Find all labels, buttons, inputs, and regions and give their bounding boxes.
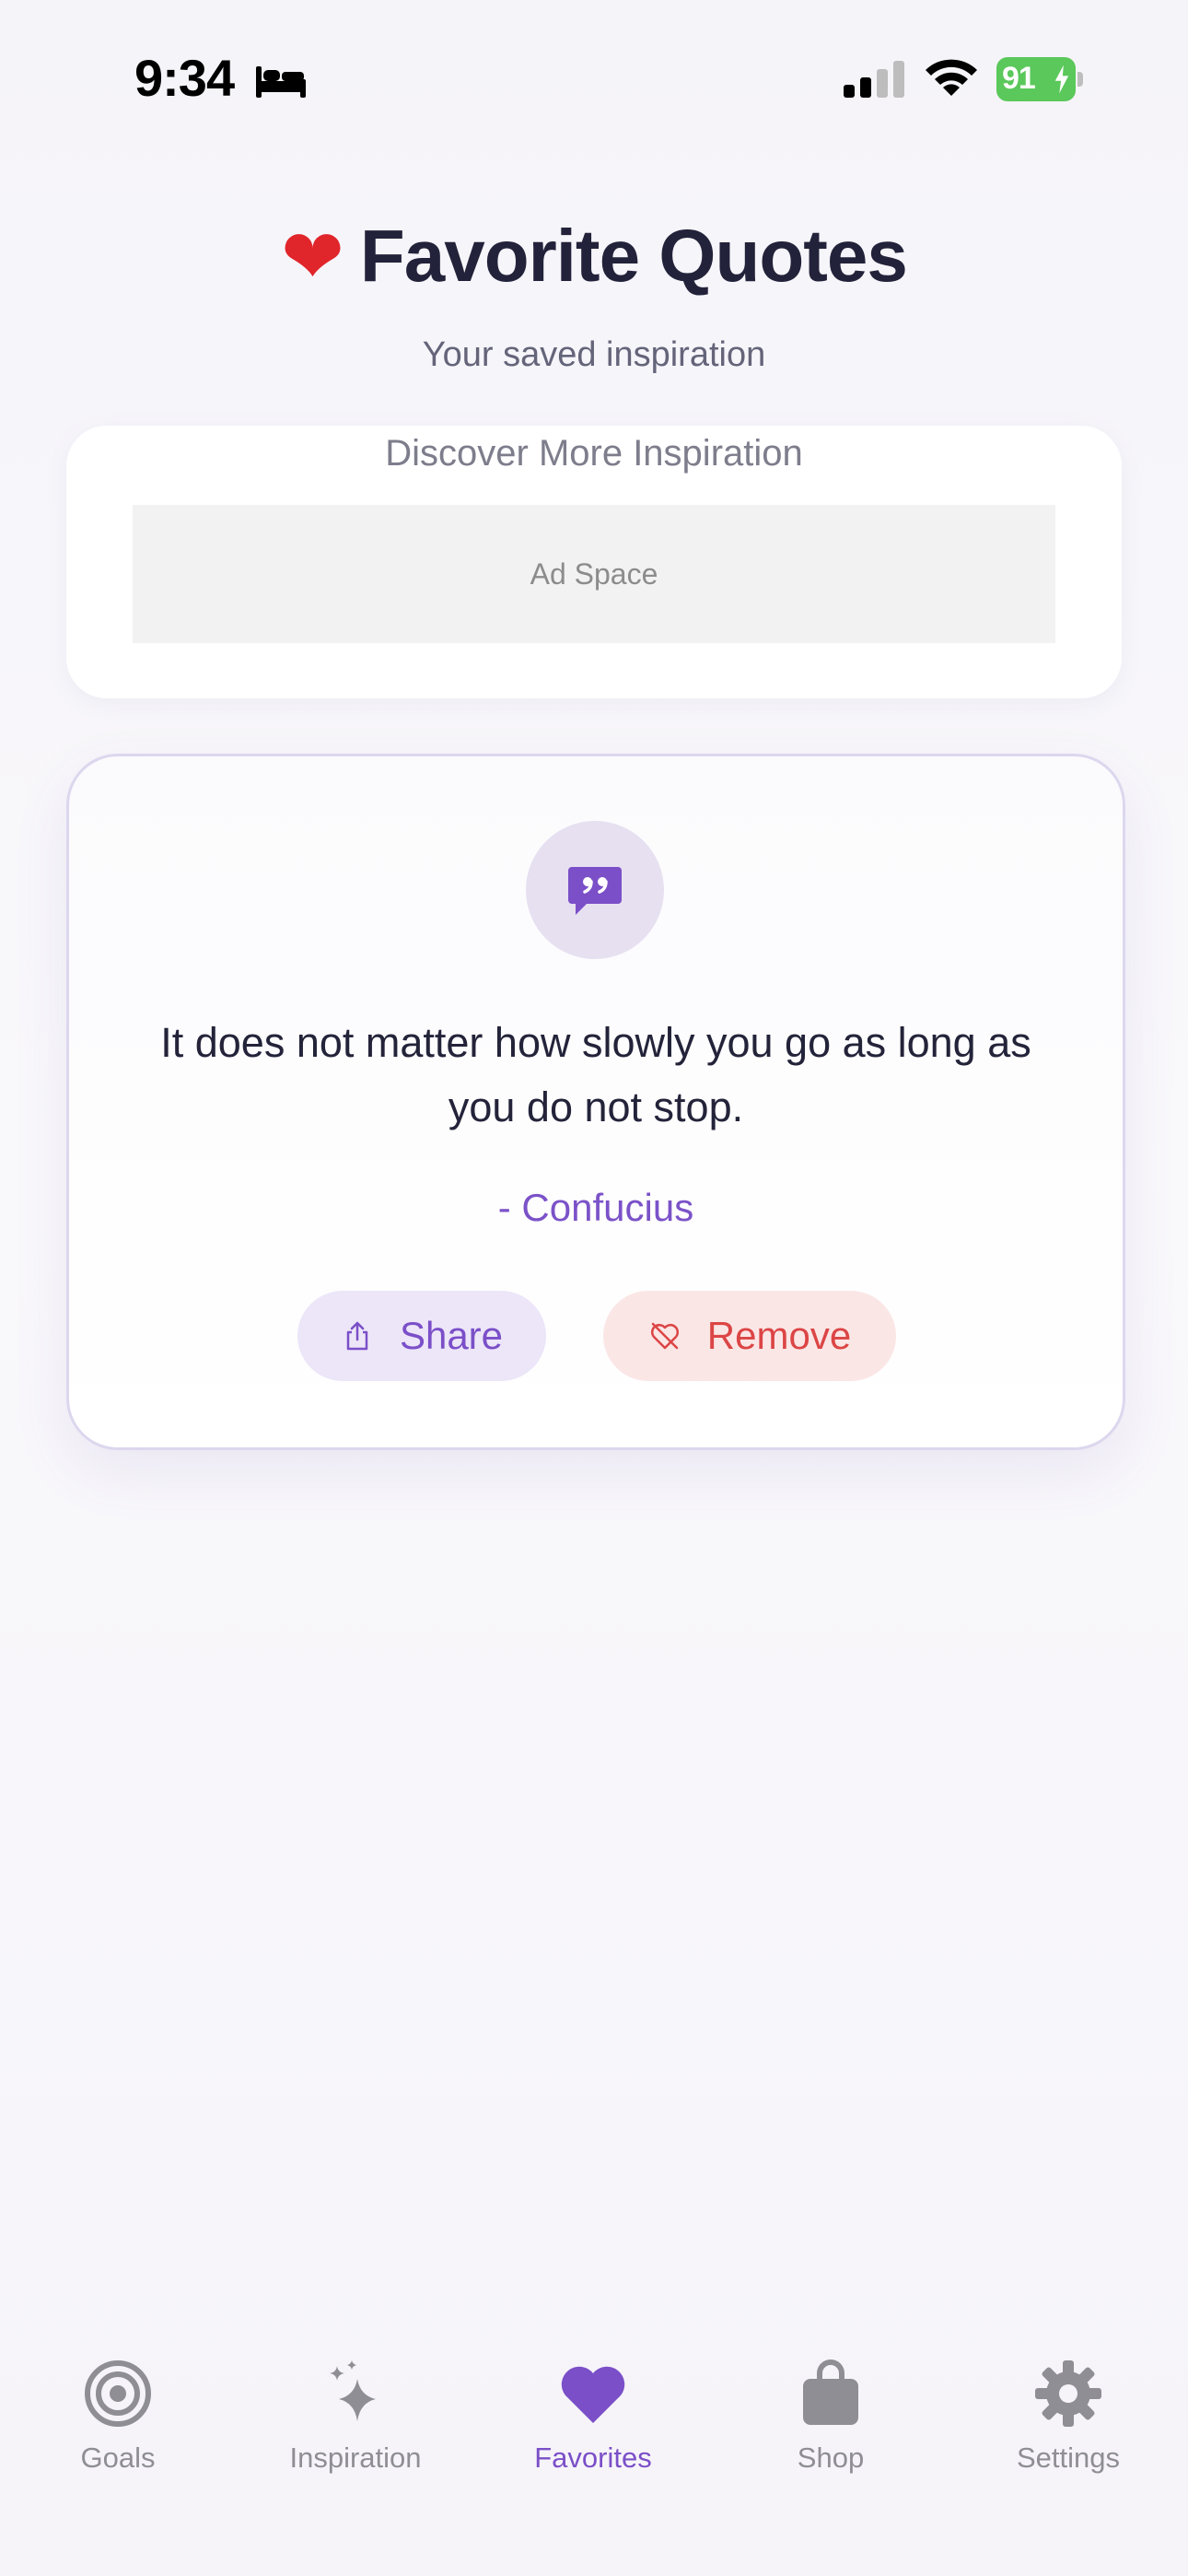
ad-title: Discover More Inspiration xyxy=(385,433,803,474)
share-icon xyxy=(346,1321,368,1351)
share-button[interactable]: Share xyxy=(297,1291,546,1381)
page-title: ❤ Favorite Quotes xyxy=(0,214,1188,301)
heart-icon xyxy=(561,2366,625,2423)
quote-icon-badge xyxy=(526,821,664,959)
page-subtitle: Your saved inspiration xyxy=(422,335,766,374)
cellular-signal-icon xyxy=(844,61,904,98)
remove-button[interactable]: Remove xyxy=(603,1291,896,1381)
share-button-label: Share xyxy=(399,1314,504,1357)
tab-bar: Goals Inspiration Favorites Shop Setting… xyxy=(0,2340,1188,2576)
shopping-bag-icon xyxy=(803,2359,858,2425)
battery-tip xyxy=(1077,72,1083,87)
quote-bubble-icon xyxy=(568,867,622,915)
tab-goals-label: Goals xyxy=(80,2441,156,2474)
tab-shop[interactable]: Shop xyxy=(729,2340,932,2506)
tab-goals[interactable]: Goals xyxy=(17,2340,219,2506)
charging-bolt-icon xyxy=(1054,64,1069,94)
tab-settings-label: Settings xyxy=(1016,2441,1120,2474)
quote-author: - Confucius xyxy=(497,1186,694,1229)
ad-card: Discover More Inspiration Ad Space xyxy=(66,426,1122,698)
tab-shop-label: Shop xyxy=(797,2441,865,2474)
tab-inspiration-label: Inspiration xyxy=(289,2441,422,2474)
target-icon xyxy=(85,2360,151,2427)
heart-slash-icon xyxy=(650,1322,679,1350)
battery-body: 91 xyxy=(996,57,1076,101)
sparkles-icon xyxy=(330,2360,376,2421)
gear-icon xyxy=(1035,2360,1101,2427)
heart-emoji-icon: ❤ xyxy=(281,216,344,299)
battery-level: 91 xyxy=(1002,61,1036,96)
status-time: 9:34 xyxy=(134,49,235,107)
page-title-text: Favorite Quotes xyxy=(359,215,908,297)
remove-button-label: Remove xyxy=(706,1314,852,1357)
tab-favorites-label: Favorites xyxy=(534,2441,652,2474)
quote-card: It does not matter how slowly you go as … xyxy=(66,754,1125,1450)
tab-inspiration[interactable]: Inspiration xyxy=(254,2340,457,2506)
tab-settings[interactable]: Settings xyxy=(967,2340,1170,2506)
status-bar: 9:34 91 xyxy=(0,0,1188,157)
bed-icon xyxy=(256,66,306,98)
wifi-icon xyxy=(926,59,977,96)
ad-space[interactable]: Ad Space xyxy=(133,505,1055,643)
battery-indicator: 91 xyxy=(996,57,1083,101)
tab-favorites[interactable]: Favorites xyxy=(492,2340,694,2506)
quote-text: It does not matter how slowly you go as … xyxy=(160,1019,1031,1130)
